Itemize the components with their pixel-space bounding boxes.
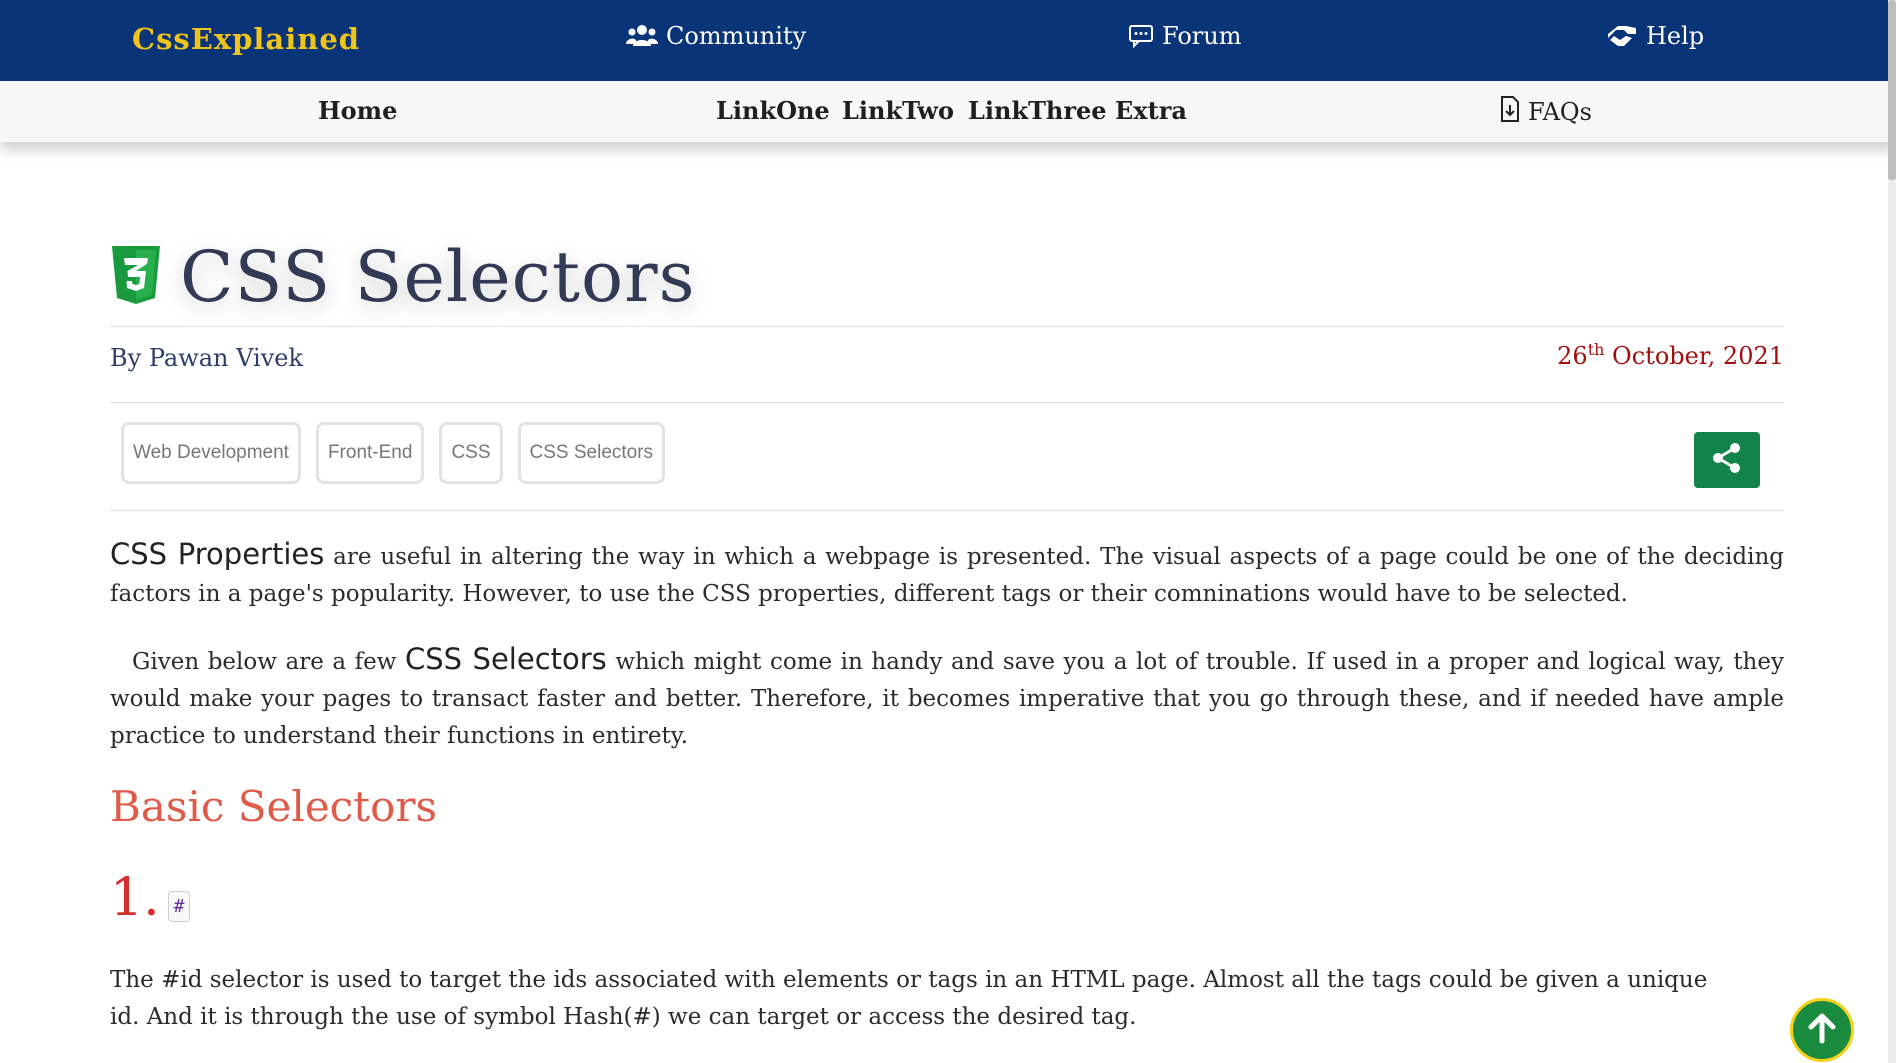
item-number: 1. [110, 868, 160, 928]
chat-icon [1128, 24, 1154, 48]
selector-item-heading: 1. # [110, 868, 191, 928]
tag-css-selectors[interactable]: CSS Selectors [517, 422, 666, 484]
scrollbar-thumb[interactable] [1888, 0, 1896, 180]
date-suffix: th [1587, 340, 1605, 359]
nav-community-label: Community [666, 22, 807, 50]
nav-help[interactable]: Help [1606, 22, 1704, 50]
divider [110, 402, 1784, 403]
nav-extra[interactable]: Extra [1115, 96, 1187, 125]
tag-web-development[interactable]: Web Development [121, 422, 301, 484]
divider [110, 326, 1784, 327]
intro-paragraph: CSS Properties are useful in altering th… [110, 536, 1784, 613]
nav-link-two[interactable]: LinkTwo [842, 96, 954, 125]
second-start: Given below are a few [132, 649, 406, 675]
item-description: The #id selector is used to target the i… [110, 967, 1708, 1030]
second-paragraph: Given below are a few CSS Selectors whic… [110, 641, 1784, 755]
tag-css[interactable]: CSS [439, 422, 503, 484]
section-heading: Basic Selectors [110, 782, 437, 831]
back-to-top-button[interactable] [1790, 998, 1854, 1062]
nav-link-three[interactable]: LinkThree [968, 96, 1107, 125]
tag-front-end[interactable]: Front-End [315, 422, 425, 484]
handshake-icon [1606, 24, 1638, 48]
tag-list: Web Development Front-End CSS CSS Select… [121, 422, 666, 484]
nav-forum[interactable]: Forum [1128, 22, 1241, 50]
scrollbar[interactable] [1888, 0, 1896, 1063]
nav-help-label: Help [1646, 22, 1705, 50]
nav-forum-label: Forum [1162, 22, 1242, 50]
intro-lead: CSS Properties [110, 537, 325, 571]
share-icon [1711, 442, 1743, 478]
article-title-row: CSS Selectors [110, 232, 696, 322]
brand-logo[interactable]: CssExplained [132, 22, 360, 56]
nav-link-one[interactable]: LinkOne [716, 96, 830, 125]
divider [110, 510, 1784, 511]
arrow-up-icon [1805, 1011, 1839, 1049]
date-month-year: October, 2021 [1604, 342, 1784, 370]
second-lead: CSS Selectors [405, 642, 607, 676]
nav-community[interactable]: Community [626, 22, 806, 50]
intro-text: are useful in altering the way in which … [110, 544, 1785, 607]
users-icon [626, 24, 658, 48]
share-button[interactable] [1694, 432, 1760, 488]
top-navbar: CssExplained Community Forum Help [0, 0, 1896, 81]
file-download-icon [1500, 96, 1520, 128]
page-title: CSS Selectors [180, 236, 696, 318]
css3-icon [110, 244, 162, 310]
author-byline: By Pawan Vivek [110, 344, 304, 372]
nav-faqs-label: FAQs [1528, 98, 1592, 126]
secondary-navbar: Home LinkOne LinkTwo LinkThree Extra FAQ… [0, 81, 1896, 142]
nav-home[interactable]: Home [318, 96, 397, 125]
date-day: 26 [1557, 342, 1588, 370]
code-snippet: # [167, 891, 191, 922]
publish-date: 26th October, 2021 [1557, 340, 1784, 370]
nav-faqs[interactable]: FAQs [1500, 96, 1592, 128]
